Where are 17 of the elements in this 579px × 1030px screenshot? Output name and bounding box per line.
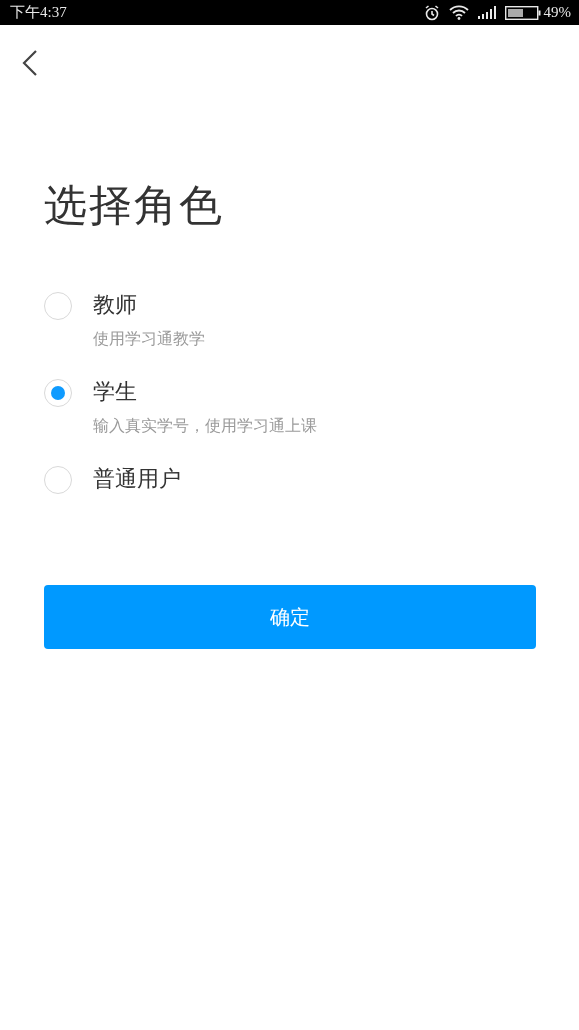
role-label: 普通用户: [93, 465, 181, 493]
confirm-button[interactable]: 确定: [44, 585, 536, 649]
role-description: 输入真实学号，使用学习通上课: [93, 415, 317, 437]
radio-button[interactable]: [44, 292, 72, 320]
signal-icon: [477, 6, 496, 19]
back-icon[interactable]: [22, 49, 38, 77]
status-time: 下午4:37: [10, 3, 67, 22]
role-description: 使用学习通教学: [93, 328, 205, 350]
alarm-clock-icon: [423, 4, 440, 21]
role-label: 学生: [93, 378, 138, 406]
radio-button[interactable]: [44, 466, 72, 494]
battery-icon: [504, 5, 541, 20]
battery-percent: 49%: [543, 4, 571, 21]
role-label: 教师: [93, 291, 138, 319]
page-title: 选择角色: [44, 179, 225, 232]
radio-button[interactable]: [44, 379, 72, 407]
wifi-icon: [448, 5, 469, 20]
